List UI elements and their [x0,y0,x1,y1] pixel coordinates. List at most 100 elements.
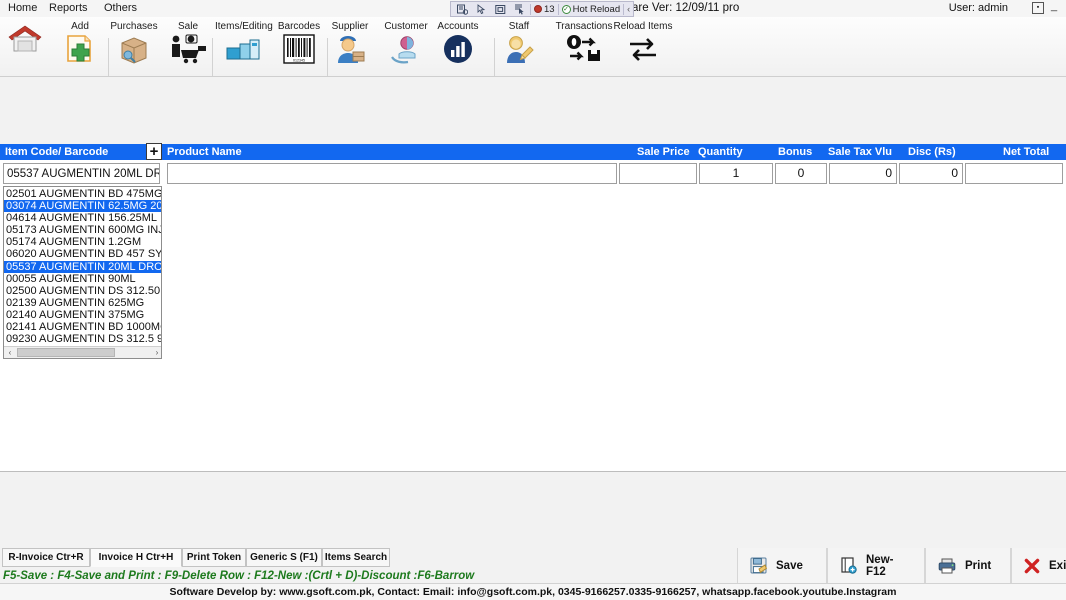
error-count-label: 13 [544,3,555,15]
cell-sale-tax[interactable]: 0 [829,163,897,184]
list-item[interactable]: 02501 AUGMENTIN BD 475MG 35 [4,188,161,200]
column-header-quantity[interactable]: Quantity [698,145,743,159]
list-item[interactable]: 06020 AUGMENTIN BD 457 SYP 7 [4,248,161,260]
supplier-button[interactable]: Supplier [325,21,375,65]
svg-text:012345: 012345 [293,58,305,62]
menu-item-home[interactable]: Home [4,2,41,15]
ribbon-toolbar: Add Purchases Sale Items/Editing Barcode… [0,17,1066,91]
barcode-icon: 012345 [273,32,325,65]
sale-button-label: Sale [177,21,198,32]
tab-items-search[interactable]: Items Search [322,548,390,567]
list-item[interactable]: 04614 AUGMENTIN 156.25ML [4,212,161,224]
hot-reload-button[interactable]: ✓ Hot Reload [561,4,620,15]
menu-item-others[interactable]: Others [100,2,141,15]
column-header-product-name[interactable]: Product Name [167,145,242,159]
transactions-icon [550,32,618,65]
item-search-dropdown[interactable]: 02501 AUGMENTIN BD 475MG 35 03074 AUGMEN… [3,186,162,359]
column-header-item-code[interactable]: Item Code/ Barcode [5,145,108,159]
cell-product-name[interactable] [167,163,617,184]
reload-arrows-icon [610,32,676,65]
list-item[interactable]: 03074 AUGMENTIN 62.5MG 20ML [4,200,161,213]
list-item[interactable]: 02500 AUGMENTIN DS 312.50 90 [4,285,161,297]
column-header-sale-price[interactable]: Sale Price [637,145,690,159]
tab-print-token[interactable]: Print Token [182,548,246,567]
list-item[interactable]: 05174 AUGMENTIN 1.2GM [4,236,161,248]
cell-net-total[interactable] [965,163,1063,184]
list-item[interactable]: 05537 AUGMENTIN 20ML DROPS [4,260,161,273]
menu-item-reports[interactable]: Reports [45,2,92,15]
pos-application-window: Home Reports Others G.Soft POS Software … [0,0,1066,600]
list-item[interactable]: 00055 AUGMENTIN 90ML [4,273,161,285]
column-header-bonus[interactable]: Bonus [778,145,812,159]
add-row-button[interactable]: + [146,143,162,160]
barcodes-button-label: Barcodes [277,21,321,32]
hot-reload-toolbar[interactable]: 13 ✓ Hot Reload ‹ [450,1,635,17]
cashier-icon [163,32,213,65]
accounts-button[interactable]: Accounts [432,21,484,65]
box-icon [103,32,165,65]
toolbar-divider-2 [557,3,559,15]
scroll-left-arrow-icon[interactable]: ‹ [4,347,16,358]
add-button[interactable]: Add [54,21,106,65]
list-item[interactable]: 02141 AUGMENTIN BD 1000MG [4,321,161,333]
minimize-window-button[interactable]: _ [1048,1,1060,14]
layout-cursor-icon[interactable] [511,3,527,16]
cell-disc-rs[interactable]: 0 [899,163,963,184]
toolbar-divider-3 [623,3,625,15]
list-item[interactable]: 05173 AUGMENTIN 600MG INJ [4,224,161,236]
list-item[interactable]: 02139 AUGMENTIN 625MG [4,297,161,309]
scroll-right-arrow-icon[interactable]: › [151,347,161,358]
list-item[interactable]: 09230 AUGMENTIN DS 312.5 90M [4,333,161,345]
exit-button[interactable]: Exit [1011,548,1066,584]
item-code-combobox[interactable]: 05537 AUGMENTIN 20ML DROPS [3,163,160,184]
home-button[interactable] [0,21,50,54]
cell-quantity[interactable]: 1 [699,163,773,184]
hot-reload-settings-icon[interactable] [454,3,470,16]
purchases-button-label: Purchases [110,21,158,32]
error-dot-icon [534,5,542,13]
staff-person-icon [494,32,544,65]
reload-items-button-label: Reload Items [613,21,673,32]
column-header-disc-rs[interactable]: Disc (Rs) [908,145,956,159]
save-button[interactable]: Save [737,548,827,584]
chart-circle-icon [432,32,484,65]
new-invoice-button[interactable]: New-F12 [827,548,925,584]
footer-credits: Software Develop by: www.gsoft.com.pk, C… [0,583,1066,600]
scrollbar-thumb[interactable] [17,348,115,357]
barcodes-button[interactable]: Barcodes 012345 [273,21,325,65]
new-invoice-button-label: New-F12 [866,553,894,578]
close-x-icon [1024,558,1040,574]
purchases-button[interactable]: Purchases [103,21,165,65]
customer-button[interactable]: Customer [380,21,432,65]
cell-sale-price[interactable] [619,163,697,184]
chevron-left-icon[interactable]: ‹ [627,4,630,14]
inventory-box-icon [215,32,271,65]
print-button[interactable]: Print [925,548,1011,584]
transactions-button-label: Transactions [555,21,613,32]
cell-bonus[interactable]: 0 [775,163,827,184]
printer-icon [938,558,956,574]
error-count[interactable]: 13 [534,4,555,15]
transactions-button[interactable]: Transactions [550,21,618,65]
restore-window-button[interactable]: ▪ [1032,2,1044,14]
window-frame-icon[interactable] [492,3,508,16]
reload-items-button[interactable]: Reload Items [610,21,676,65]
staff-button[interactable]: Staff [494,21,544,65]
accounts-button-label: Accounts [437,21,479,32]
menu-bar: Home Reports Others G.Soft POS Software … [0,0,1066,17]
save-disk-icon [750,557,767,574]
sale-button[interactable]: Sale [163,21,213,65]
items-editing-button[interactable]: Items/Editing [215,21,273,65]
column-header-net-total[interactable]: Net Total [1003,145,1049,159]
list-item[interactable]: 02140 AUGMENTIN 375MG [4,309,161,321]
customer-person-icon [380,32,432,65]
tab-r-invoice[interactable]: R-Invoice Ctr+R [2,548,90,567]
tab-generic-s[interactable]: Generic S (F1) [246,548,322,567]
exit-button-label: Exit [1049,559,1066,572]
column-header-sale-tax[interactable]: Sale Tax Vlu [828,145,892,159]
hot-reload-check-icon: ✓ [561,4,571,14]
cursor-select-icon[interactable] [473,3,489,16]
add-document-icon [54,32,106,65]
tab-invoice-h[interactable]: Invoice H Ctr+H [90,548,182,567]
dropdown-horizontal-scrollbar[interactable]: ‹ › [4,346,161,358]
